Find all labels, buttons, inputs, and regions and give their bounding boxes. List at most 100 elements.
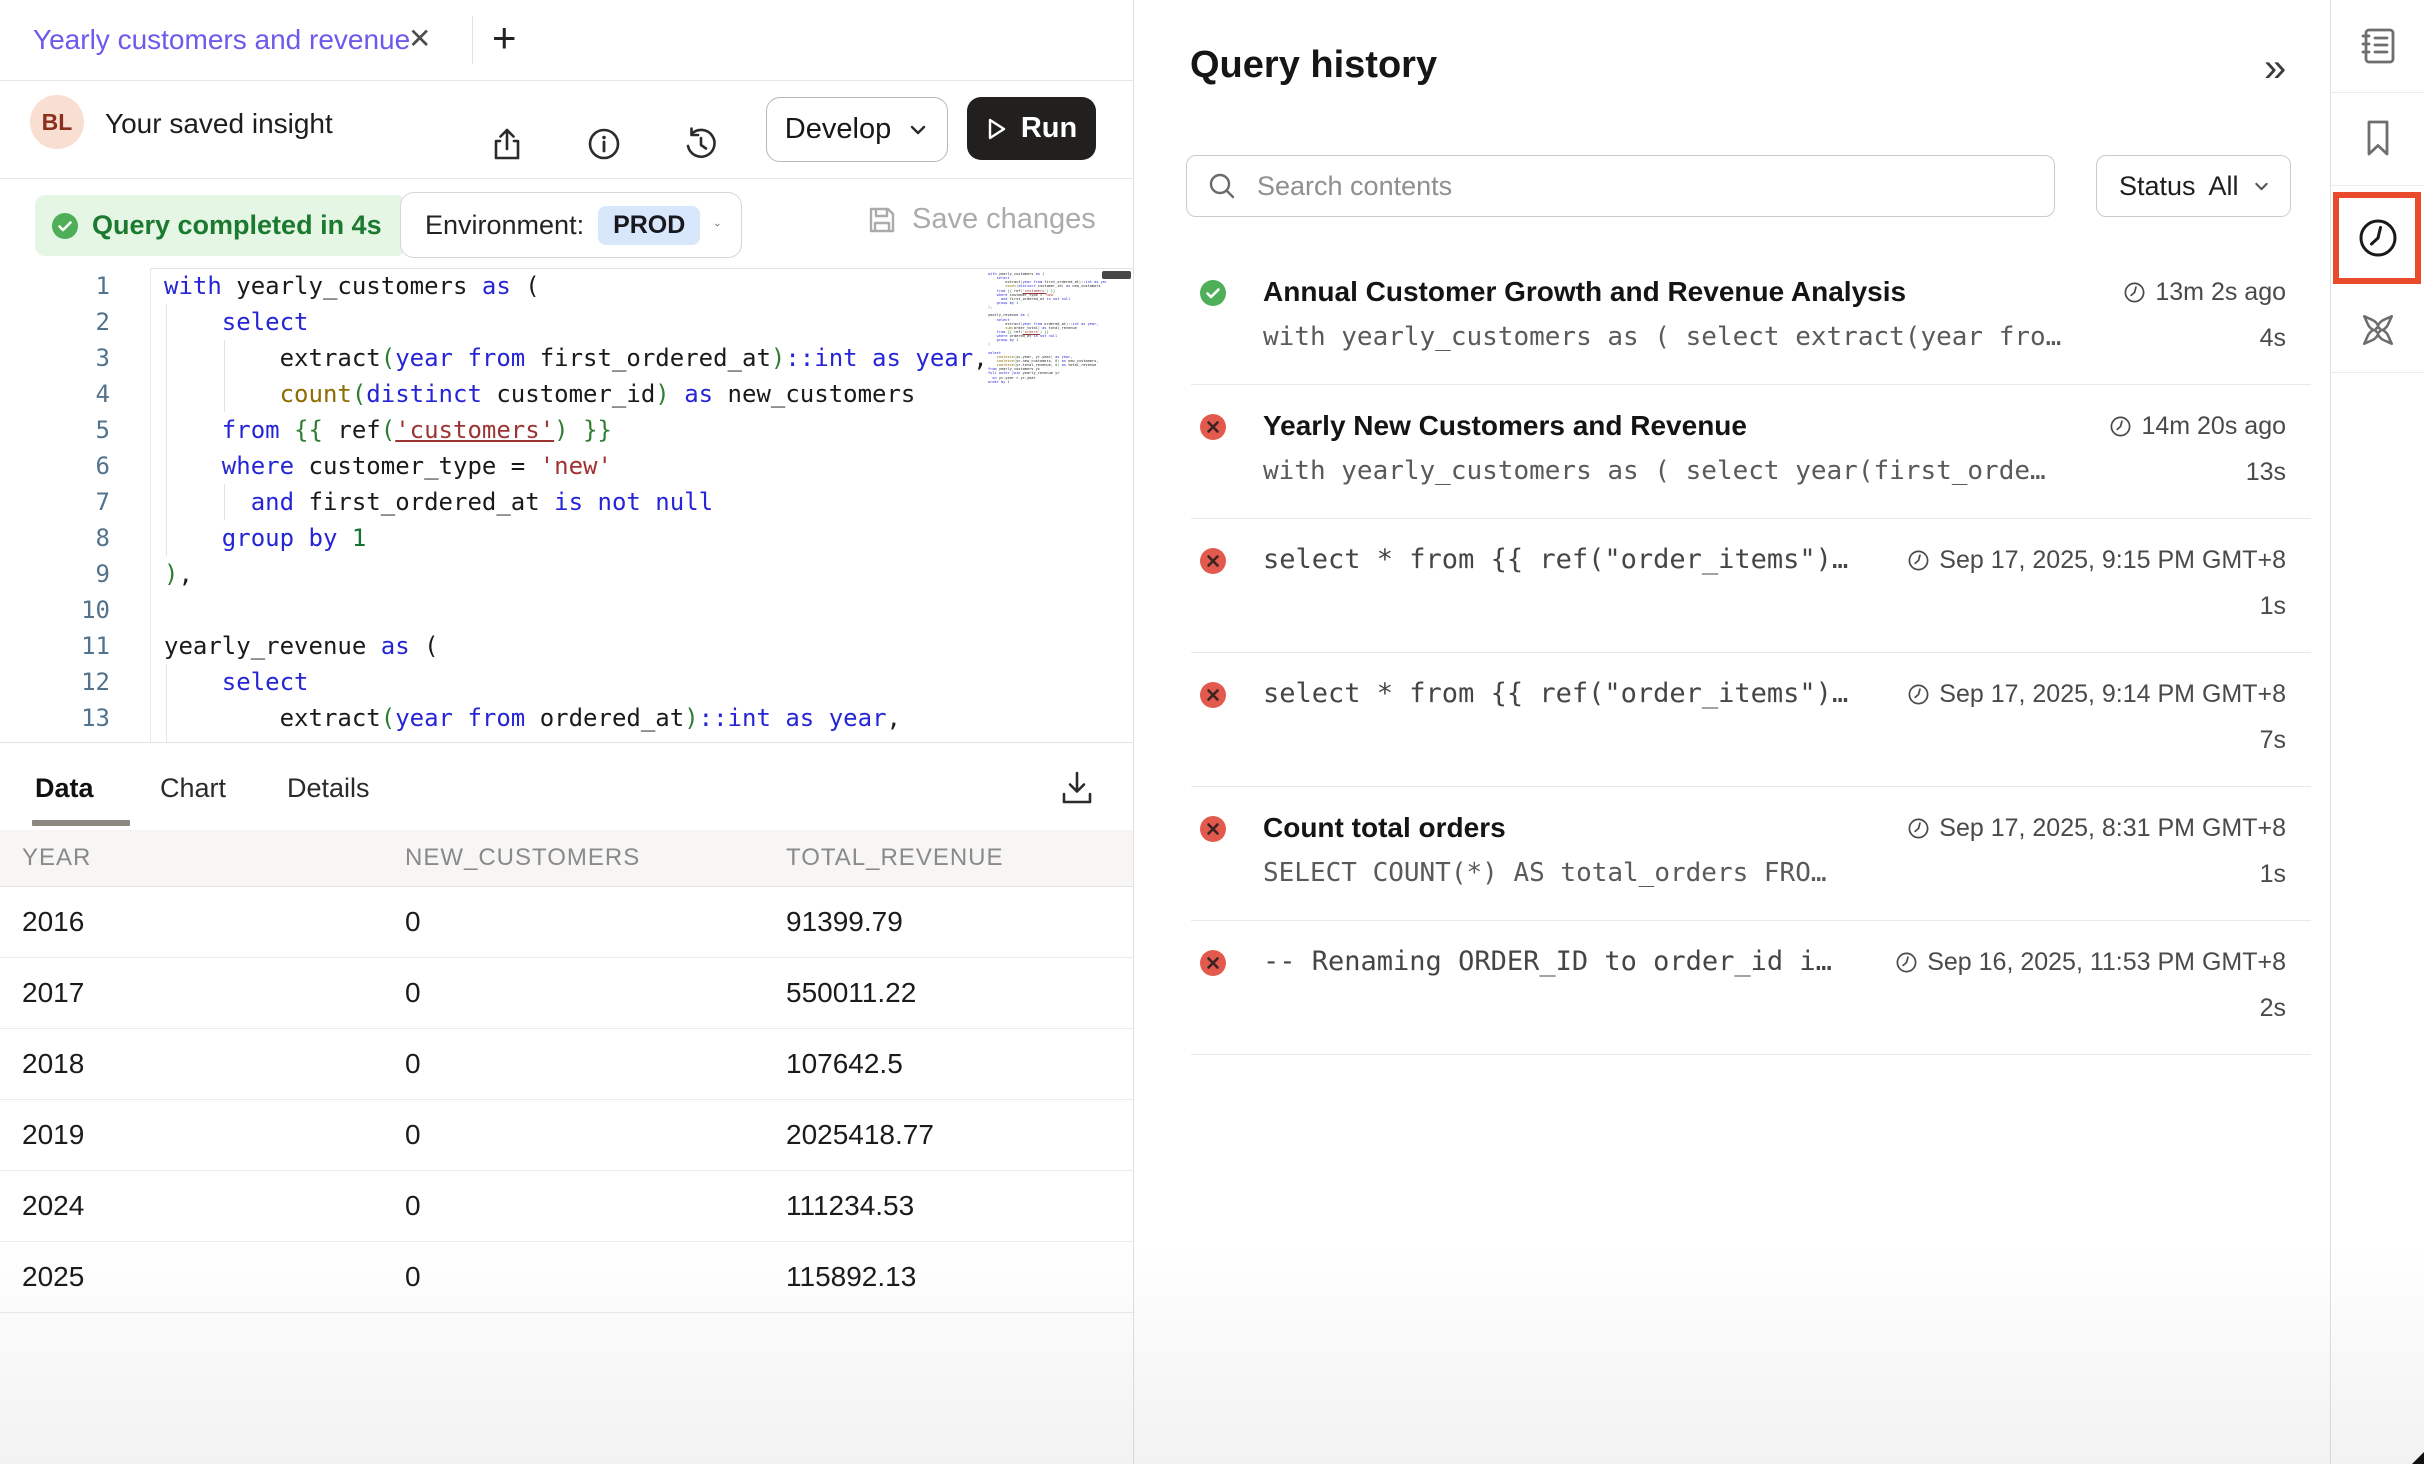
share-icon bbox=[487, 124, 527, 164]
error-icon bbox=[1199, 681, 1227, 709]
code-line[interactable]: ), bbox=[164, 556, 1084, 592]
code-line[interactable]: select bbox=[164, 664, 1084, 700]
table-row: 20240111234.53 bbox=[0, 1170, 1133, 1242]
code-area[interactable]: with yearly_customers as ( select extrac… bbox=[164, 268, 1084, 736]
insight-header: BL Your saved insight bbox=[0, 81, 1133, 179]
develop-dropdown[interactable]: Develop bbox=[766, 97, 948, 162]
environment-selector[interactable]: Environment: PROD bbox=[400, 192, 742, 258]
play-icon bbox=[986, 117, 1008, 141]
query-timestamp: 13m 2s ago bbox=[2123, 278, 2286, 307]
table-cell: 115892.13 bbox=[786, 1261, 916, 1293]
line-number: 2 bbox=[0, 304, 110, 340]
table-cell: 2017 bbox=[22, 977, 84, 1009]
list-divider bbox=[1191, 1054, 2311, 1055]
chevron-down-icon bbox=[714, 215, 721, 235]
explore-icon bbox=[2356, 308, 2400, 352]
active-tab-underline bbox=[32, 820, 130, 826]
code-line[interactable]: yearly_revenue as ( bbox=[164, 628, 1084, 664]
query-history-panel: Query history » Status All Annual Custom… bbox=[1133, 0, 2330, 1464]
run-button[interactable]: Run bbox=[967, 97, 1096, 160]
run-label: Run bbox=[1021, 112, 1077, 145]
code-line[interactable]: count(distinct customer_id) as new_custo… bbox=[164, 376, 1084, 412]
query-duration: 13s bbox=[2246, 458, 2286, 487]
query-title: Yearly New Customers and Revenue bbox=[1263, 410, 1747, 442]
panel-title: Query history bbox=[1190, 44, 1437, 87]
table-row: 2016091399.79 bbox=[0, 886, 1133, 958]
line-number: 5 bbox=[0, 412, 110, 448]
query-duration: 1s bbox=[2260, 860, 2286, 889]
code-line[interactable]: with yearly_customers as ( bbox=[164, 268, 1084, 304]
table-cell: 91399.79 bbox=[786, 906, 903, 938]
code-line[interactable]: extract(year from ordered_at)::int as ye… bbox=[164, 700, 1084, 736]
search-box[interactable] bbox=[1186, 155, 2055, 217]
query-history-item[interactable]: -- Renaming ORDER_ID to order_id i… Sep … bbox=[1134, 920, 2331, 1054]
query-sql-preview: SELECT COUNT(*) AS total_orders FRO… bbox=[1263, 858, 1827, 888]
error-icon bbox=[1199, 547, 1227, 575]
app-window: Yearly customers and revenue ✕ + BL Your… bbox=[0, 0, 2424, 1464]
query-status-icon bbox=[1199, 681, 1227, 714]
editor-minimap[interactable]: with yearly_customers as ( select extrac… bbox=[988, 272, 1106, 384]
code-line[interactable] bbox=[164, 592, 1084, 628]
annotation-highlight-box bbox=[2333, 192, 2421, 284]
tab-yearly-customers-and-revenue[interactable]: Yearly customers and revenue bbox=[33, 24, 410, 56]
status-filter-dropdown[interactable]: Status All bbox=[2096, 155, 2291, 217]
notebook-panel-button[interactable] bbox=[2356, 24, 2400, 68]
code-line[interactable]: group by 1 bbox=[164, 520, 1084, 556]
query-history-item[interactable]: select * from {{ ref("order_items")… Sep… bbox=[1134, 518, 2331, 652]
download-results-button[interactable] bbox=[1055, 766, 1099, 810]
line-number: 12 bbox=[0, 664, 110, 700]
rail-divider bbox=[2331, 92, 2424, 93]
clock-icon bbox=[2109, 415, 2132, 438]
tab-separator bbox=[472, 16, 473, 64]
query-history-item[interactable]: Annual Customer Growth and Revenue Analy… bbox=[1134, 250, 2331, 384]
query-history-item[interactable]: select * from {{ ref("order_items")… Sep… bbox=[1134, 652, 2331, 786]
code-line[interactable]: extract(year from first_ordered_at)::int… bbox=[164, 340, 1084, 376]
editor-scrollbar-thumb[interactable] bbox=[1102, 271, 1131, 279]
query-title: Annual Customer Growth and Revenue Analy… bbox=[1263, 276, 1906, 308]
version-history-button[interactable] bbox=[679, 122, 723, 166]
line-number: 9 bbox=[0, 556, 110, 592]
share-button[interactable] bbox=[485, 122, 529, 166]
search-input[interactable] bbox=[1255, 170, 2034, 203]
query-duration: 1s bbox=[2260, 592, 2286, 621]
code-line[interactable]: from {{ ref('customers') }} bbox=[164, 412, 1084, 448]
query-title: select * from {{ ref("order_items")… bbox=[1263, 678, 1848, 709]
code-line[interactable]: and first_ordered_at is not null bbox=[164, 484, 1084, 520]
minimap-line: order by 1 bbox=[988, 380, 1106, 384]
query-timestamp: Sep 17, 2025, 9:14 PM GMT+8 bbox=[1907, 680, 2286, 709]
query-duration: 4s bbox=[2260, 324, 2286, 353]
line-number: 6 bbox=[0, 448, 110, 484]
line-number: 4 bbox=[0, 376, 110, 412]
query-duration: 2s bbox=[2260, 994, 2286, 1023]
table-cell: 0 bbox=[405, 1119, 421, 1151]
notebook-icon bbox=[2356, 24, 2400, 68]
error-icon bbox=[1199, 815, 1227, 843]
tab-data[interactable]: Data bbox=[35, 773, 94, 804]
table-cell: 0 bbox=[405, 1190, 421, 1222]
new-tab-button[interactable]: + bbox=[492, 14, 517, 62]
info-button[interactable] bbox=[582, 122, 626, 166]
close-tab-icon[interactable]: ✕ bbox=[408, 22, 431, 55]
tab-chart[interactable]: Chart bbox=[160, 773, 226, 804]
query-status-icon bbox=[1199, 413, 1227, 446]
sql-editor[interactable]: 12345678910111213 with yearly_customers … bbox=[0, 268, 1133, 742]
explore-panel-button[interactable] bbox=[2356, 308, 2400, 352]
collapse-panel-icon[interactable]: » bbox=[2264, 48, 2286, 88]
table-cell: 0 bbox=[405, 1048, 421, 1080]
table-row: 20250115892.13 bbox=[0, 1241, 1133, 1313]
info-icon bbox=[584, 124, 624, 164]
save-changes-button[interactable]: Save changes bbox=[866, 203, 1096, 236]
query-history-item[interactable]: Count total orders Sep 17, 2025, 8:31 PM… bbox=[1134, 786, 2331, 920]
results-table-header: YEAR NEW_CUSTOMERS TOTAL_REVENUE bbox=[0, 830, 1133, 887]
query-history-item[interactable]: Yearly New Customers and Revenue 14m 20s… bbox=[1134, 384, 2331, 518]
query-timestamp: Sep 17, 2025, 9:15 PM GMT+8 bbox=[1907, 546, 2286, 575]
query-sql-preview: with yearly_customers as ( select extrac… bbox=[1263, 322, 2061, 352]
bookmarks-panel-button[interactable] bbox=[2356, 116, 2400, 160]
query-title: Count total orders bbox=[1263, 812, 1506, 844]
tab-details[interactable]: Details bbox=[287, 773, 370, 804]
code-line[interactable]: where customer_type = 'new' bbox=[164, 448, 1084, 484]
query-status-badge: Query completed in 4s bbox=[35, 195, 406, 256]
query-title: select * from {{ ref("order_items")… bbox=[1263, 544, 1848, 575]
query-duration: 7s bbox=[2260, 726, 2286, 755]
code-line[interactable]: select bbox=[164, 304, 1084, 340]
